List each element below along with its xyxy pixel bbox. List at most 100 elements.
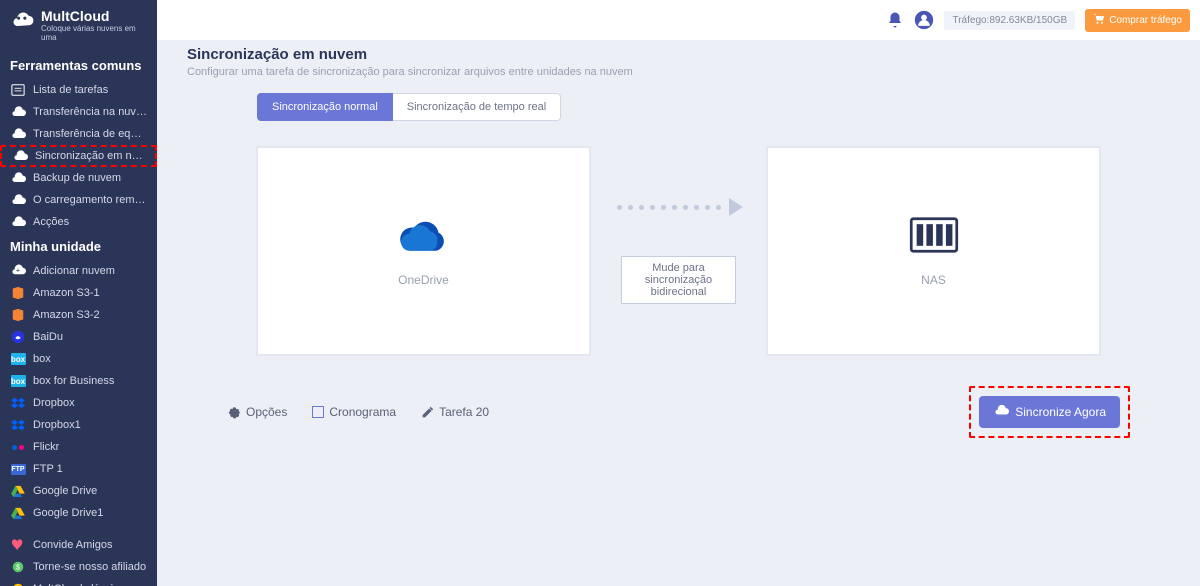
cloud-icon [10,214,26,230]
face-icon [10,581,26,586]
sidebar-item-label: Google Drive [33,485,97,497]
sidebar-classic[interactable]: MultCloud clássico [0,578,157,586]
buy-traffic-button[interactable]: Comprar tráfego [1085,9,1190,32]
sidebar-item-label: Torne-se nosso afiliado [33,561,146,573]
sidebar-item-label: Adicionar nuvem [33,265,115,277]
sidebar-invite-friends[interactable]: Convide Amigos [0,534,157,556]
sidebar-item-label: box [33,353,51,365]
section-drive-heading: Minha unidade [0,233,157,260]
list-icon [10,82,26,98]
sidebar-item-label: Backup de nuvem [33,172,121,184]
switch-bidirectional-button[interactable]: Mude para sincronização bidirecional [621,256,736,304]
cloud-sync-icon [12,148,28,164]
options-button[interactable]: Opções [227,405,287,419]
box-icon: box [10,351,26,367]
sidebar-item-label: Transferência de equipe [33,128,147,140]
sidebar-affiliate[interactable]: $ Torne-se nosso afiliado [0,556,157,578]
source-cloud-name: OneDrive [398,273,449,287]
box-icon: box [10,373,26,389]
cloud-icon [10,192,26,208]
sidebar: MultCloud Coloque várias nuvens em uma F… [0,0,157,586]
sidebar-item-label: Dropbox [33,397,75,409]
sidebar-drive-box-business[interactable]: box box for Business [0,370,157,392]
sidebar-item-label: Lista de tarefas [33,84,108,96]
sidebar-drive-gdrive[interactable]: Google Drive [0,480,157,502]
task-name-edit[interactable]: Tarefa 20 [421,405,489,419]
nas-icon [908,215,960,258]
task-name-label: Tarefa 20 [439,405,489,419]
sync-config-area: OneDrive Mude para sincronização bidirec… [157,121,1200,356]
page-title: Sincronização em nuvem [187,46,1170,63]
cloud-icon [10,126,26,142]
notifications-button[interactable] [886,11,904,29]
sidebar-item-label: Sincronização em nuvem [35,150,145,162]
schedule-label: Cronograma [329,405,396,419]
sidebar-item-label: Amazon S3-1 [33,287,100,299]
arrow-right-icon [614,198,743,216]
tab-realtime-sync[interactable]: Sincronização de tempo real [393,93,561,121]
sidebar-item-cloud-sync[interactable]: Sincronização em nuvem [0,145,157,167]
sidebar-item-label: Convide Amigos [33,539,113,551]
svg-text:$: $ [16,565,20,572]
amazon-s3-icon [10,285,26,301]
sidebar-drive-s3-2[interactable]: Amazon S3-2 [0,304,157,326]
sidebar-drive-gdrive1[interactable]: Google Drive1 [0,502,157,524]
target-cloud-name: NAS [921,273,946,287]
sidebar-item-label: Amazon S3-2 [33,309,100,321]
user-icon [914,10,934,30]
sidebar-drive-box[interactable]: box box [0,348,157,370]
sidebar-add-cloud[interactable]: + Adicionar nuvem [0,260,157,282]
sidebar-drive-ftp1[interactable]: FTP FTP 1 [0,458,157,480]
google-drive-icon [10,483,26,499]
brand-tagline: Coloque várias nuvens em uma [41,24,147,42]
sidebar-item-label: Dropbox1 [33,419,81,431]
sidebar-item-label: Acções [33,216,69,228]
sync-direction: Mude para sincronização bidirecional [591,198,766,304]
cloud-icon [10,170,26,186]
svg-text:+: + [16,266,20,275]
source-cloud-box[interactable]: OneDrive [256,146,591,356]
sync-now-button[interactable]: Sincronize Agora [979,396,1120,428]
sidebar-item-label: FTP 1 [33,463,63,475]
tab-normal-sync[interactable]: Sincronização normal [257,93,393,121]
content-area: Tráfego:892.63KB/150GB Comprar tráfego S… [157,0,1200,586]
sidebar-item-team-transfer[interactable]: Transferência de equipe [0,123,157,145]
traffic-indicator: Tráfego:892.63KB/150GB [944,11,1075,30]
google-drive-icon [10,505,26,521]
cart-icon [1093,13,1105,28]
sidebar-drive-baidu[interactable]: BaiDu [0,326,157,348]
sidebar-drive-dropbox1[interactable]: Dropbox1 [0,414,157,436]
baidu-icon [10,329,26,345]
sync-mode-tabs: Sincronização normalSincronização de tem… [157,88,1200,121]
checkbox-icon [312,406,324,418]
amazon-s3-icon [10,307,26,323]
top-bar: Tráfego:892.63KB/150GB Comprar tráfego [157,0,1200,40]
flickr-icon [10,439,26,455]
target-cloud-box[interactable]: NAS [766,146,1101,356]
sidebar-item-cloud-backup[interactable]: Backup de nuvem [0,167,157,189]
schedule-toggle[interactable]: Cronograma [312,405,396,419]
sync-now-highlight: Sincronize Agora [969,386,1130,438]
ftp-icon: FTP [10,461,26,477]
sync-now-label: Sincronize Agora [1015,405,1106,419]
sidebar-item-tasklist[interactable]: Lista de tarefas [0,79,157,101]
sidebar-drive-s3-1[interactable]: Amazon S3-1 [0,282,157,304]
add-cloud-icon: + [10,263,26,279]
heart-icon [10,537,26,553]
cloud-icon [10,104,26,120]
onedrive-icon [395,215,453,258]
dropbox-icon [10,395,26,411]
account-button[interactable] [914,10,934,30]
dropbox-icon [10,417,26,433]
sidebar-item-shares[interactable]: Acções [0,211,157,233]
task-footer: Opções Cronograma Tarefa 20 Sincronize A… [157,356,1200,438]
sidebar-item-label: box for Business [33,375,114,387]
bell-icon [886,11,904,29]
sidebar-item-label: Google Drive1 [33,507,103,519]
brand-name: MultCloud [41,8,147,24]
sidebar-item-remote-upload[interactable]: O carregamento remoto [0,189,157,211]
sidebar-drive-dropbox[interactable]: Dropbox [0,392,157,414]
sidebar-drive-flickr[interactable]: Flickr [0,436,157,458]
sidebar-item-label: O carregamento remoto [33,194,147,206]
sidebar-item-cloud-transfer[interactable]: Transferência na nuvem [0,101,157,123]
